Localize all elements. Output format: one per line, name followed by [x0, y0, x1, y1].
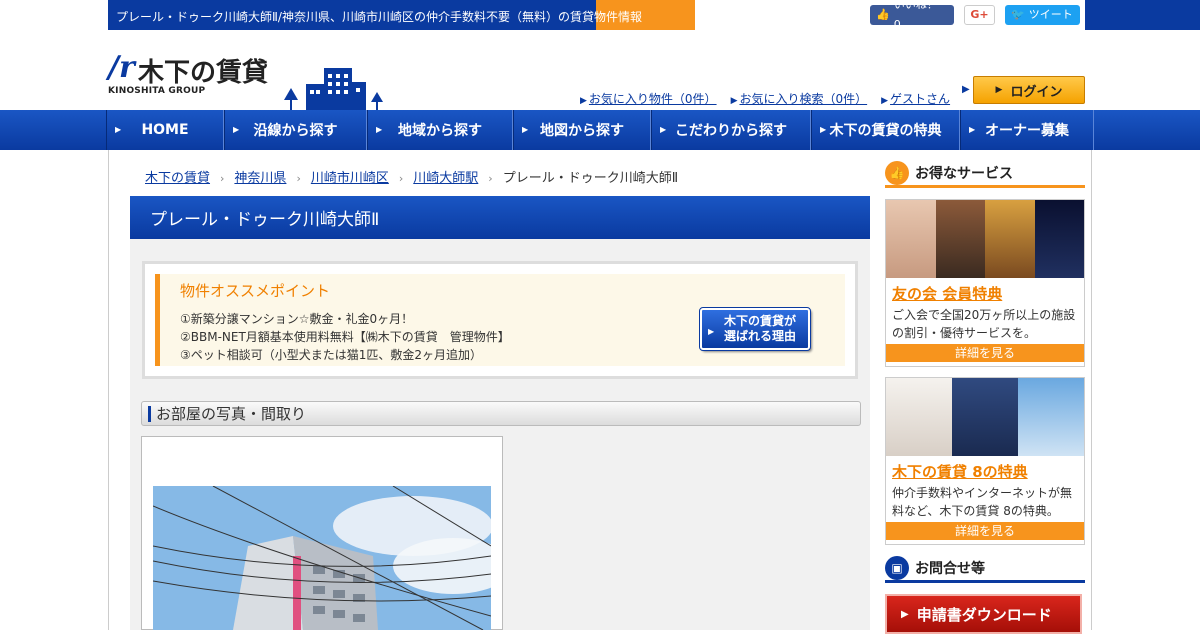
nav-owner-recruitment[interactable]: ▶ オーナー募集 [960, 110, 1094, 150]
tweet-button[interactable]: 🐦 ツイート [1005, 5, 1080, 25]
triangle-right-icon: ▶ [969, 125, 976, 134]
favorite-searches-link[interactable]: ▶ お気に入り検索（0件） [731, 90, 868, 107]
breadcrumb-separator: › [220, 172, 225, 185]
logo-mark: /r [108, 50, 135, 85]
triangle-right-icon: ▶ [995, 85, 1003, 95]
triangle-right-icon: ▶ [962, 84, 970, 95]
breadcrumb-separator: › [398, 172, 404, 185]
breadcrumb-link[interactable]: 川崎市川崎区 [311, 171, 389, 186]
recommend-title: 物件オススメポイント [180, 282, 331, 300]
nav-search-by-area[interactable]: ▶ 地域から探す [367, 110, 513, 150]
top-bar: プレール・ドゥーク川崎大師Ⅱ/神奈川県、川崎市川崎区の仲介手数料不要（無料）の賃… [0, 0, 1200, 31]
login-label: ログイン [1010, 84, 1063, 100]
nav-home[interactable]: ▶ HOME [106, 110, 224, 150]
triangle-right-icon: ▶ [901, 608, 909, 620]
why-choose-us-line2: 選ばれる理由 [723, 329, 796, 343]
recommend-point: ②BBM-NET月額基本使用料無料【㈱木下の賃貸 管理物件】 [180, 330, 510, 344]
friends-club-card[interactable]: 友の会 会員特典 ご入会で全国20万ヶ所以上の施設の割引・優待サービスを。 詳細… [885, 199, 1085, 367]
services-heading: 👍 お得なサービス [885, 160, 1085, 188]
friends-club-image [886, 200, 1084, 278]
thumbs-up-icon: 👍 [885, 160, 909, 185]
eight-benefits-desc: 仲介手数料やインターネットが無料など、木下の賃貸 8の特典。 [892, 486, 1073, 518]
login-button[interactable]: ▶ ログイン [973, 76, 1085, 104]
why-choose-us-button[interactable]: ▶ 木下の賃貸が 選ばれる理由 [699, 307, 811, 351]
buildings-illustration [284, 68, 383, 110]
breadcrumb-link[interactable]: 木下の賃貸 [145, 171, 210, 186]
triangle-right-icon: ▶ [522, 125, 529, 134]
eight-benefits-image [886, 378, 1084, 456]
logo-subtitle: KINOSHITA GROUP [108, 86, 206, 96]
nav-search-by-map[interactable]: ▶ 地図から探す [513, 110, 651, 150]
google-plus-button[interactable]: G+ [964, 5, 995, 25]
triangle-right-icon: ▶ [580, 96, 587, 106]
global-nav: ▶ HOME ▶ 沿線から探す ▶ 地域から探す ▶ 地図から探す ▶ こだわりから探す … [0, 110, 1200, 150]
recommend-point: ③ペット相談可（小型犬または猫1匹、敷金2ヶ月追加） [180, 348, 483, 362]
why-choose-us-line1: 木下の賃貸が [723, 314, 796, 328]
facebook-like-button[interactable]: 👍 いいね！ 0 [870, 0, 954, 31]
triangle-right-icon: ▶ [881, 96, 889, 106]
thumbs-up-icon: 👍 [876, 8, 890, 21]
header-links: ▶ お気に入り物件（0件） ▶ お気に入り検索（0件） ▶ ゲストさん [580, 90, 950, 107]
eight-benefits-card[interactable]: 木下の賃貸 8の特典 仲介手数料やインターネットが無料など、木下の賃貸 8の特典… [885, 377, 1085, 545]
triangle-right-icon: ▶ [376, 125, 383, 134]
logo-name: 木下の賃貸 [138, 58, 269, 88]
nav-search-by-preference[interactable]: ▶ こだわりから探す [651, 110, 811, 150]
building-photo[interactable] [153, 486, 491, 630]
document-icon: ▣ [885, 555, 909, 580]
eight-benefits-more-button[interactable]: 詳細を見る [886, 522, 1084, 540]
eight-benefits-title[interactable]: 木下の賃貸 8の特典 [886, 456, 1084, 482]
triangle-right-icon: ▶ [233, 125, 240, 134]
triangle-right-icon: ▶ [820, 125, 827, 134]
top-bar-right-band [1085, 0, 1200, 30]
friends-club-desc: ご入会で全国20万ヶ所以上の施設の割引・優待サービスを。 [892, 308, 1076, 340]
favorite-properties-link[interactable]: ▶ お気に入り物件（0件） [580, 90, 717, 107]
contact-heading: ▣ お問合せ等 [885, 555, 1085, 583]
tweet-label: ツイート [1028, 8, 1073, 21]
download-forms-button[interactable]: ▶ 申請書ダウンロード [885, 594, 1082, 634]
breadcrumb-separator: › [488, 172, 493, 185]
page-heading-text: プレール・ドゥーク川崎大師Ⅱ/神奈川県、川崎市川崎区の仲介手数料不要（無料）の賃… [116, 10, 642, 24]
nav-benefits[interactable]: ▶ 木下の賃貸の特典 [811, 110, 960, 150]
guest-user-link[interactable]: ▶ ゲストさん [881, 90, 950, 107]
breadcrumb-current: プレール・ドゥーク川崎大師Ⅱ [502, 171, 679, 186]
triangle-right-icon: ▶ [730, 96, 738, 106]
breadcrumb: 木下の賃貸 › 神奈川県 › 川崎市川崎区 › 川崎大師駅 › プレール・ドゥーク川崎大師Ⅱ [145, 167, 678, 186]
triangle-right-icon: ▶ [708, 327, 715, 336]
friends-club-title[interactable]: 友の会 会員特典 [886, 278, 1084, 304]
triangle-right-icon: ▶ [660, 125, 667, 134]
friends-club-more-button[interactable]: 詳細を見る [886, 344, 1084, 362]
nav-search-by-line[interactable]: ▶ 沿線から探す [224, 110, 367, 150]
photos-section-heading: お部屋の写真・間取り [141, 401, 861, 426]
breadcrumb-link[interactable]: 川崎大師駅 [413, 171, 478, 186]
recommend-point: ①新築分譲マンション☆敷金・礼金0ヶ月！ [180, 312, 414, 326]
breadcrumb-link[interactable]: 神奈川県 [234, 171, 286, 186]
property-title: プレール・ドゥーク川崎大師Ⅱ [130, 196, 870, 239]
twitter-bird-icon: 🐦 [1011, 8, 1025, 21]
triangle-right-icon: ▶ [115, 125, 122, 134]
breadcrumb-separator: › [296, 172, 301, 185]
